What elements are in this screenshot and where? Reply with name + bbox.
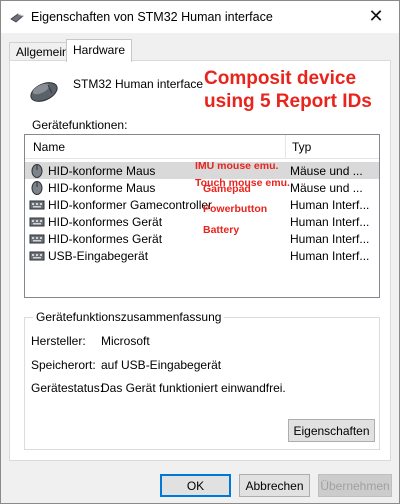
title-bar[interactable]: Eigenschaften von STM32 Human interface … [1, 1, 399, 33]
cancel-button[interactable]: Abbrechen [239, 474, 310, 497]
list-item-type: Human Interf... [290, 198, 370, 212]
window-title: Eigenschaften von STM32 Human interface [31, 10, 273, 24]
list-item-name: USB-Eingabegerät [48, 249, 149, 263]
list-item[interactable]: HID-konformes Gerät Battery Human Interf… [25, 224, 379, 247]
function-summary-group: Gerätefunktionszusammenfassung Herstelle… [24, 310, 380, 450]
row-annotation: Battery [203, 224, 240, 236]
row-annotation: IMU mouse emu. [195, 160, 279, 172]
group-title: Gerätefunktionszusammenfassung [33, 310, 225, 324]
list-item-name: HID-konformes Gerät [48, 215, 163, 229]
list-item[interactable]: HID-konformer Gamecontroller Gamepad Hum… [25, 183, 379, 213]
apply-button[interactable]: Übernehmen [318, 474, 392, 497]
properties-button[interactable]: Eigenschaften [288, 419, 375, 442]
list-item-type: Human Interf... [290, 249, 370, 263]
device-status-label: Gerätestatus: [31, 381, 104, 395]
device-status-value: Das Gerät funktioniert einwandfrei. [101, 381, 286, 395]
list-item[interactable]: USB-Eingabegerät Human Interf... [25, 247, 379, 264]
device-functions-list[interactable]: Name Typ HID-konforme Maus IMU mouse emu… [24, 134, 380, 298]
list-item[interactable]: HID-konforme Maus Touch mouse emu. Mäuse… [25, 177, 379, 196]
location-value: auf USB-Eingabegerät [101, 358, 222, 372]
annotation-line-1: Composit device [204, 68, 357, 89]
mouse-icon [31, 164, 43, 178]
device-functions-label: Gerätefunktionen: [32, 118, 128, 132]
location-label: Speicherort: [31, 358, 96, 372]
tab-hardware[interactable]: Hardware [66, 39, 133, 62]
list-item-name: HID-konformes Gerät [48, 232, 163, 246]
properties-dialog: Eigenschaften von STM32 Human interface … [0, 0, 400, 504]
keyboard-mouse-icon [10, 13, 24, 23]
column-header-name[interactable]: Name [33, 140, 65, 154]
row-annotation: Powerbutton [203, 203, 268, 215]
list-item-name: HID-konformer Gamecontroller [48, 198, 213, 212]
hid-device-icon [29, 251, 45, 261]
column-header-type[interactable]: Typ [292, 140, 311, 154]
list-item-type: Human Interf... [290, 232, 370, 246]
close-button[interactable]: ✕ [353, 1, 399, 31]
manufacturer-label: Hersteller: [31, 334, 86, 348]
mouse-icon [30, 82, 58, 102]
list-item[interactable]: HID-konformes Gerät Powerbutton Human In… [25, 203, 379, 230]
annotation-line-2: using 5 Report IDs [204, 91, 372, 112]
row-annotation: Gamepad [203, 183, 251, 195]
hardware-tab-panel: STM32 Human interface Composit device us… [9, 60, 391, 461]
hid-device-icon [29, 217, 45, 227]
list-item-type: Mäuse und ... [290, 164, 363, 178]
list-item-name: HID-konforme Maus [48, 164, 156, 178]
manufacturer-value: Microsoft [101, 334, 150, 348]
hid-device-icon [29, 234, 45, 244]
annotation-composite: Composit device using 5 Report IDs [204, 67, 372, 113]
list-header: Name Typ [25, 135, 379, 159]
device-name: STM32 Human interface [73, 77, 204, 91]
hid-device-icon [29, 200, 45, 210]
list-item-type: Human Interf... [290, 215, 370, 229]
mouse-icon [31, 181, 43, 195]
column-divider[interactable] [285, 135, 286, 159]
list-item-type: Mäuse und ... [290, 181, 363, 195]
list-item-name: HID-konforme Maus [48, 181, 156, 195]
ok-button[interactable]: OK [160, 474, 231, 497]
